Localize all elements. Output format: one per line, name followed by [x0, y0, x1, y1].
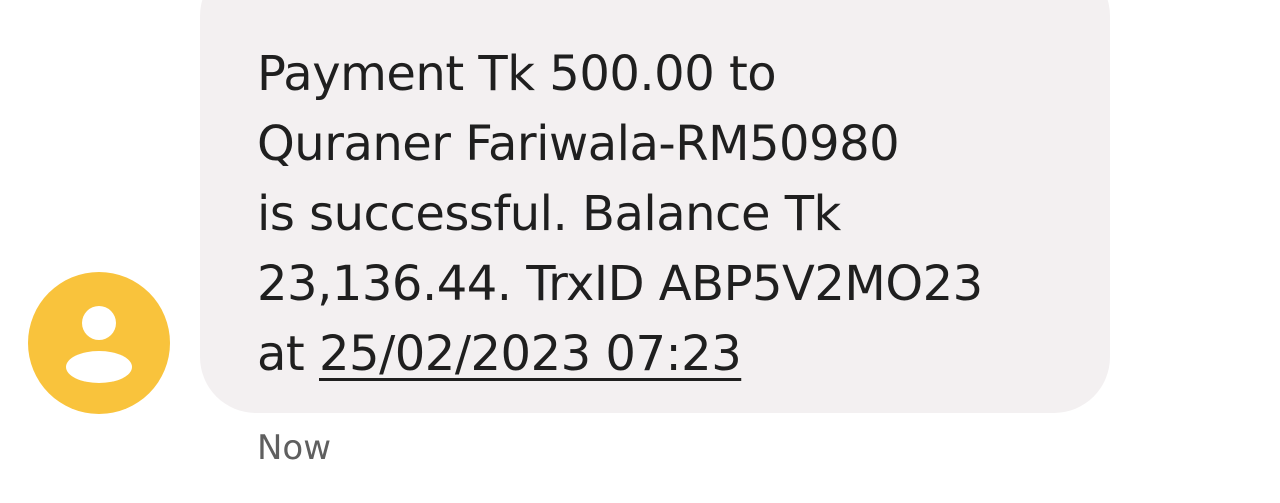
message-line: is successful. Balance Tk [257, 186, 841, 242]
conversation-view: Payment Tk 500.00 to Quraner Fariwala-RM… [0, 0, 1280, 503]
message-line: Quraner Fariwala-RM50980 [257, 116, 900, 172]
message-line-prefix: at [257, 326, 319, 382]
message-bubble[interactable]: Payment Tk 500.00 to Quraner Fariwala-RM… [200, 0, 1110, 413]
message-text: Payment Tk 500.00 to Quraner Fariwala-RM… [257, 39, 983, 389]
message-line: Payment Tk 500.00 to [257, 46, 777, 102]
contact-avatar[interactable] [28, 272, 170, 414]
message-line: 23,136.44. TrxID ABP5V2MO23 [257, 256, 983, 312]
message-line-last: at 25/02/2023 07:23 [257, 319, 983, 389]
message-timestamp: Now [257, 428, 332, 468]
person-icon [66, 306, 132, 383]
date-time-link[interactable]: 25/02/2023 07:23 [319, 326, 742, 382]
